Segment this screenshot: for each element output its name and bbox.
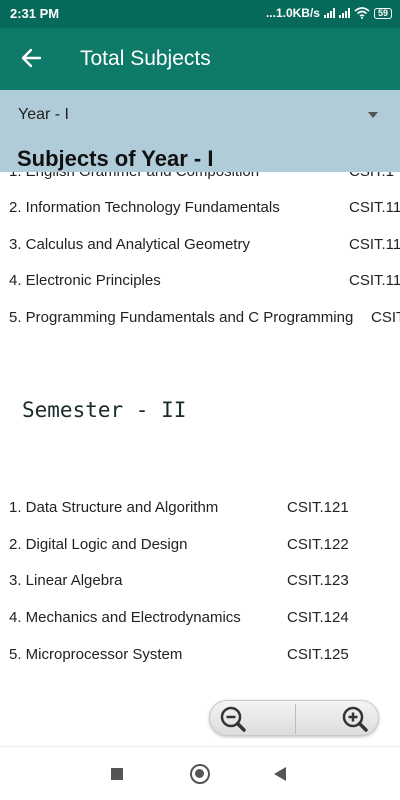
subject-code: CSIT.124 [287, 609, 349, 626]
system-nav-bar [0, 746, 400, 800]
list-item: 3. Calculus and Analytical Geometry CSIT… [9, 236, 400, 260]
list-item: 3. Linear Algebra CSIT.123 [9, 572, 400, 596]
subject-name: 4. Electronic Principles [9, 272, 161, 289]
list-item: 1. Data Structure and Algorithm CSIT.121 [9, 499, 400, 523]
status-icons: ...1.0KB/s 59 [266, 6, 392, 20]
list-item: 2. Information Technology Fundamentals C… [9, 199, 400, 223]
status-time: 2:31 PM [10, 6, 60, 21]
subject-code: CSIT.125 [287, 646, 349, 663]
subject-name: 4. Mechanics and Electrodynamics [9, 609, 241, 626]
zoom-in-icon[interactable] [340, 704, 370, 734]
subject-name: 2. Information Technology Fundamentals [9, 199, 280, 216]
subject-name: 5. Microprocessor System [9, 646, 183, 663]
dropdown-arrow-icon[interactable] [368, 112, 378, 118]
subject-code: CSIT.121 [287, 499, 349, 516]
subject-name: 3. Calculus and Analytical Geometry [9, 236, 250, 253]
wifi-icon [354, 7, 370, 19]
back-triangle-icon[interactable] [274, 767, 286, 781]
semester-heading: Semester - II [22, 398, 187, 422]
recents-square-icon[interactable] [111, 768, 123, 780]
status-bar: 2:31 PM ...1.0KB/s 59 [0, 0, 400, 28]
arrow-left-icon[interactable] [20, 47, 42, 69]
page-title: Total Subjects [80, 47, 211, 70]
list-item: 4. Mechanics and Electrodynamics CSIT.12… [9, 609, 400, 633]
subject-name: 5. Programming Fundamentals and C Progra… [9, 309, 354, 326]
subject-code: CSIT.122 [287, 536, 349, 553]
year-select[interactable]: Year - I [18, 106, 69, 124]
subjects-list[interactable]: 1. English Grammer and Composition CSIT.… [0, 160, 400, 746]
list-item: 5. Programming Fundamentals and C Progra… [9, 309, 400, 333]
zoom-divider [295, 704, 296, 734]
battery-icon: 59 [373, 7, 392, 19]
zoom-controls [209, 700, 379, 736]
home-circle-icon[interactable] [190, 764, 210, 784]
year-heading: Subjects of Year - I [17, 146, 214, 171]
subject-code: CSIT.11 [349, 199, 400, 216]
subject-name: 3. Linear Algebra [9, 572, 123, 589]
network-speed: ...1.0KB/s [265, 6, 320, 20]
subject-code: CSIT.123 [287, 572, 349, 589]
subject-name: 1. Data Structure and Algorithm [9, 499, 219, 516]
signal-icon [323, 8, 335, 18]
list-item: 2. Digital Logic and Design CSIT.122 [9, 536, 400, 560]
subject-code: CSIT.11 [349, 236, 400, 253]
subject-code: CSIT.11 [349, 272, 400, 289]
subject-name: 2. Digital Logic and Design [9, 536, 188, 553]
signal-icon [338, 8, 350, 18]
zoom-out-icon[interactable] [218, 704, 248, 734]
app-bar: Total Subjects [0, 28, 400, 90]
subject-code: CSIT [371, 309, 400, 326]
list-item: 4. Electronic Principles CSIT.11 [9, 272, 400, 296]
list-item: 5. Microprocessor System CSIT.125 [9, 646, 400, 670]
year-panel: Year - I Subjects of Year - I [0, 90, 400, 172]
